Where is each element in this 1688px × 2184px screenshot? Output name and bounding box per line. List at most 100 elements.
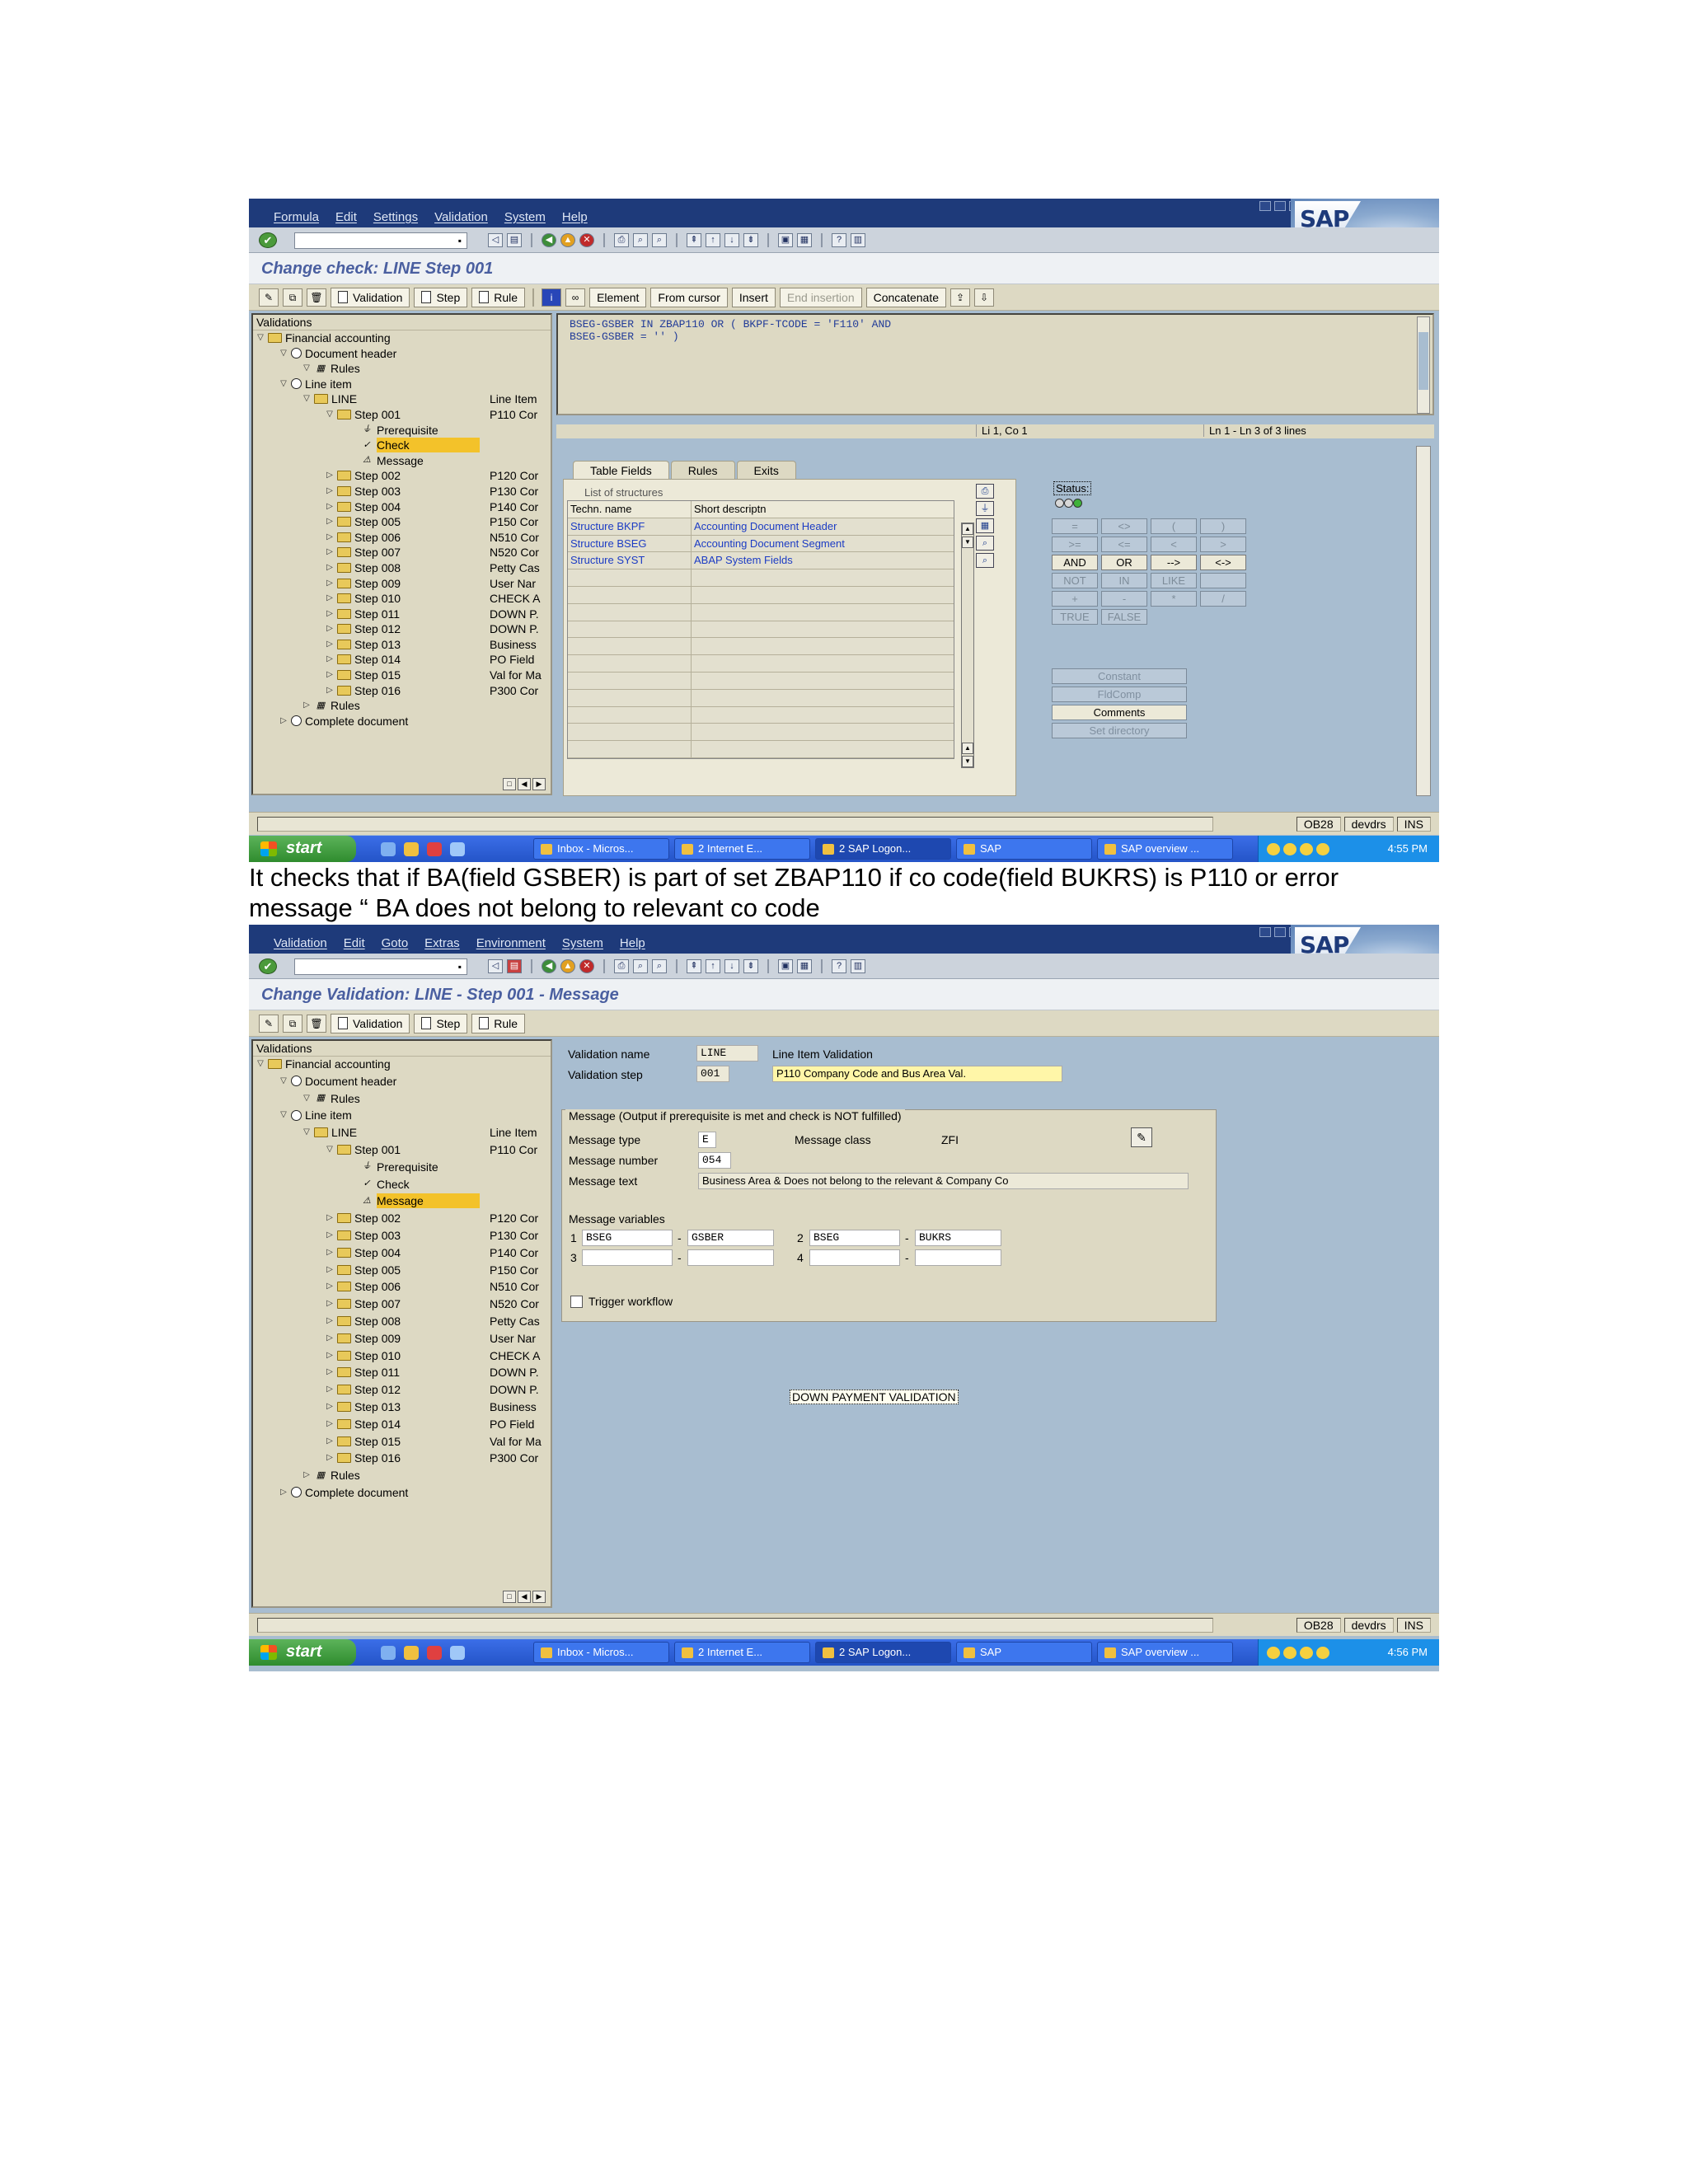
var-1-table[interactable]: BSEG [582,1230,673,1246]
expand-toggle-icon[interactable]: ▽ [302,1125,311,1140]
table-row[interactable]: Structure BSEG Accounting Document Segmen… [568,535,954,553]
message-type-field[interactable]: E [698,1132,716,1148]
expand-toggle-icon[interactable]: ▷ [302,698,311,713]
editor-line-2[interactable]: BSEG-GSBER = '' ) [570,330,679,343]
tab-table-fields[interactable]: Table Fields [573,461,669,479]
upload-icon[interactable]: ⇪ [950,288,971,307]
task-inbox[interactable]: Inbox - Micros... [533,1642,669,1663]
expand-toggle-icon[interactable]: ▷ [326,668,334,682]
ie-icon[interactable] [381,1646,396,1660]
expand-toggle-icon[interactable]: ▷ [326,545,334,560]
table-row[interactable]: Structure SYST ABAP System Fields [568,552,954,570]
help-icon[interactable]: ? [832,959,846,973]
operator-button[interactable]: <-> [1200,555,1246,570]
tree-node[interactable]: ▷ Step 005 P150 Cor [253,1263,551,1280]
last-page-icon[interactable]: ⇟ [743,959,758,973]
var-3-field[interactable] [687,1249,774,1266]
pencil-edit-icon[interactable]: ✎ [1131,1127,1152,1147]
desktop-icon[interactable] [450,1646,465,1660]
menu-edit[interactable]: Edit [344,936,365,950]
tree-node[interactable]: ▷ Step 013 Business [253,1399,551,1417]
table-row[interactable] [568,586,954,604]
maximize-icon[interactable] [1274,201,1286,211]
delete-icon[interactable]: 🗑 [307,1014,326,1033]
tree-node[interactable]: ▷ Step 010 CHECK A [253,1348,551,1366]
back-arrow-icon[interactable]: ◁ [488,959,503,973]
operator-button[interactable]: > [1200,537,1246,552]
tree-node[interactable]: ▽ Step 001 P110 Cor [253,407,551,423]
tree-node[interactable]: ▽ ▦ Rules [253,1091,551,1108]
tree-node[interactable]: ▷ Step 011 DOWN P. [253,1365,551,1382]
operator-button[interactable]: = [1052,518,1098,534]
shortcut-icon[interactable]: ▦ [797,233,812,247]
step-button[interactable]: Step [414,1013,468,1033]
find-next-icon[interactable]: ⌕ [652,233,667,247]
expand-toggle-icon[interactable]: ▷ [326,1348,334,1363]
shortcut-icon[interactable]: ▦ [797,959,812,973]
expand-toggle-icon[interactable]: ▷ [326,1451,334,1465]
constant-button[interactable]: Constant [1052,668,1187,684]
tree-node[interactable]: ▷ Step 015 Val for Ma [253,1434,551,1451]
print-icon[interactable]: ⎙ [614,959,629,973]
expand-toggle-icon[interactable]: ▷ [326,591,334,606]
find-icon[interactable]: ⌕ [633,233,648,247]
operator-button[interactable]: ( [1151,518,1197,534]
table-row[interactable] [568,603,954,621]
info-icon[interactable]: i [542,288,562,307]
expand-toggle-icon[interactable]: ▷ [326,1263,334,1277]
tree-node[interactable]: ▷ Step 003 P130 Cor [253,1228,551,1245]
exit-icon[interactable]: ▲ [560,959,575,973]
menu-formula[interactable]: Formula [274,210,319,224]
edit-pencil-icon[interactable]: ✎ [259,1014,279,1033]
prev-page-icon[interactable]: ↑ [706,959,720,973]
tree-node[interactable]: ▷ Step 007 N520 Cor [253,1296,551,1314]
tree-node[interactable]: ▽ Line item [253,1108,551,1125]
expand-toggle-icon[interactable]: ▷ [326,468,334,483]
expand-toggle-icon[interactable]: ▷ [302,1468,311,1483]
table-row[interactable] [568,569,954,587]
tree-node[interactable]: ▷ Step 016 P300 Cor [253,683,551,699]
tree-node[interactable]: ▷ Step 010 CHECK A [253,591,551,607]
tree-node[interactable]: ▷ Step 009 User Nar [253,576,551,592]
tab-rules[interactable]: Rules [670,461,735,479]
expand-toggle-icon[interactable]: ▷ [326,1228,334,1243]
back-arrow-icon[interactable]: ◁ [488,233,503,247]
operator-button[interactable]: - [1101,591,1147,607]
expand-toggle-icon[interactable]: ▽ [326,1142,334,1157]
expand-toggle-icon[interactable]: ▷ [326,1399,334,1414]
first-page-icon[interactable]: ⇞ [687,959,701,973]
operator-button[interactable]: <> [1101,518,1147,534]
var-2-table[interactable]: BSEG [809,1230,900,1246]
table-row[interactable]: Structure BKPF Accounting Document Header [568,518,954,536]
expand-toggle-icon[interactable]: ▷ [326,1331,334,1346]
expand-toggle-icon[interactable]: ▷ [326,1365,334,1380]
menu-system[interactable]: System [504,210,546,224]
save-icon[interactable]: ▤ [507,959,522,973]
expand-toggle-icon[interactable]: ▷ [279,1485,288,1500]
app-icon[interactable] [427,842,442,856]
tree-node[interactable]: ▷ Step 016 P300 Cor [253,1451,551,1468]
validation-step-field[interactable]: 001 [696,1066,729,1082]
var-3-table[interactable] [582,1249,673,1266]
structure-name[interactable]: Structure BKPF [568,518,692,535]
expand-toggle-icon[interactable]: ▽ [302,1091,311,1106]
tree-node[interactable]: ▷ Step 008 Petty Cas [253,560,551,576]
copy-icon[interactable]: ⧉ [283,288,302,307]
tree-node[interactable]: ▷ Step 012 DOWN P. [253,1382,551,1399]
next-page-icon[interactable]: ↓ [724,959,739,973]
print-icon[interactable]: ⎙ [614,233,629,247]
expand-toggle-icon[interactable]: ▽ [256,1057,265,1071]
validation-step-desc-field[interactable]: P110 Company Code and Bus Area Val. [772,1066,1062,1082]
concatenate-button[interactable]: Concatenate [865,287,947,307]
operator-button[interactable]: + [1052,591,1098,607]
expand-toggle-icon[interactable]: ▷ [326,514,334,529]
comments-button[interactable]: Comments [1052,705,1187,720]
task-internet[interactable]: 2 Internet E... [674,838,810,860]
expand-toggle-icon[interactable]: ▷ [279,714,288,729]
tree-node[interactable]: ▷ Complete document [253,1485,551,1502]
tree-node[interactable]: ▽ Line item [253,377,551,392]
table-row[interactable] [568,621,954,639]
new-session-icon[interactable]: ▣ [778,959,793,973]
expand-toggle-icon[interactable]: ▽ [279,1074,288,1089]
expand-toggle-icon[interactable]: ▷ [326,530,334,545]
